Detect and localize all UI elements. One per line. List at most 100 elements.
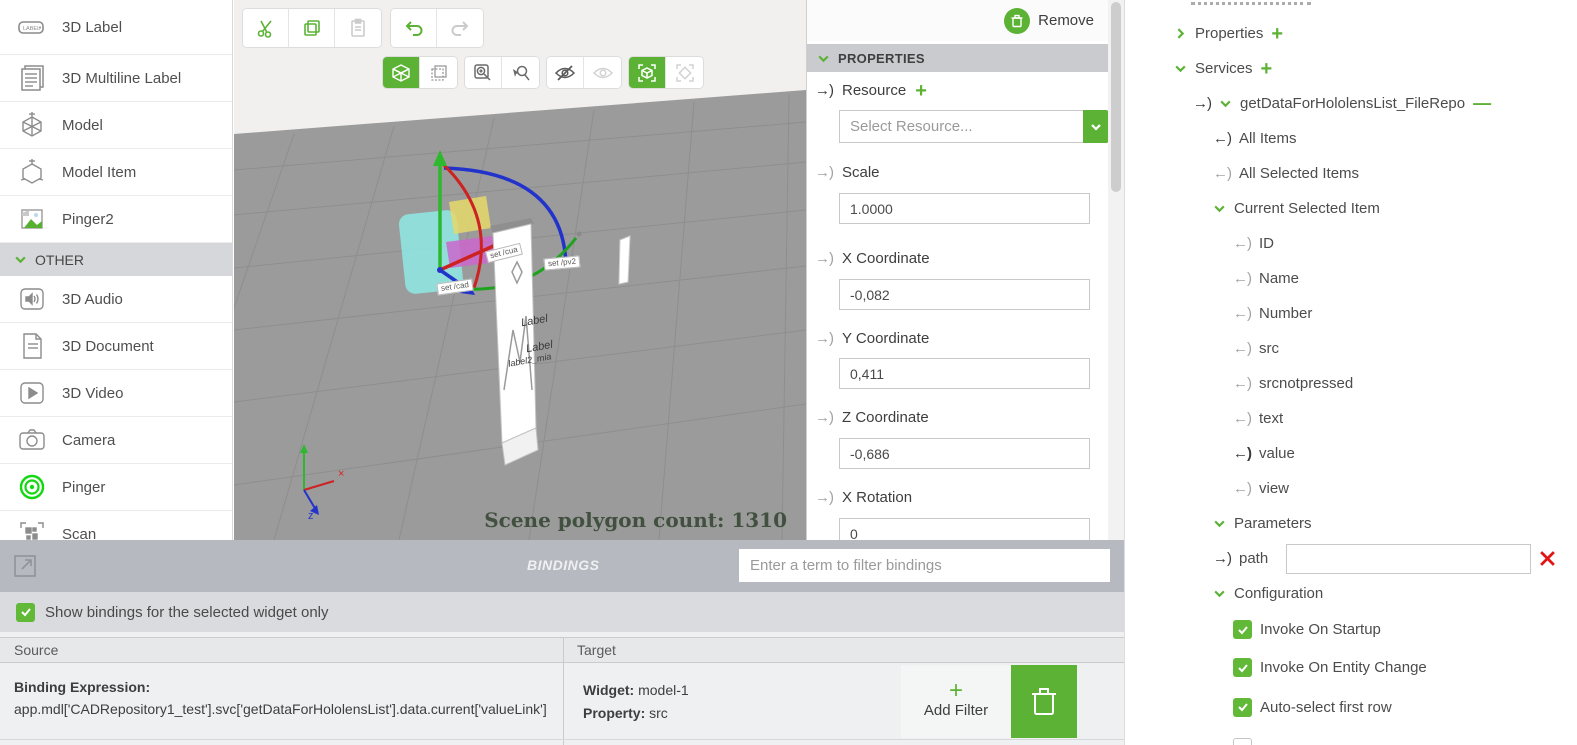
config-clipped-row[interactable] — [1125, 727, 1577, 745]
sidebar-item-pinger[interactable]: Pinger — [0, 464, 232, 511]
history-toolbar — [390, 8, 484, 48]
pinger2-image-icon — [16, 203, 48, 235]
tree-item-name[interactable]: ←) Name — [1125, 261, 1577, 296]
binding-out-icon: ←) — [1233, 305, 1252, 322]
y-coordinate-field-label: →) Y Coordinate — [815, 330, 930, 347]
hide-button[interactable] — [547, 57, 584, 88]
x-rotation-field-label: →) X Rotation — [815, 489, 913, 506]
sidebar-item-camera[interactable]: Camera — [0, 417, 232, 464]
bindings-title: BINDINGS — [527, 557, 600, 573]
view-mode-toolbar — [382, 56, 458, 89]
x-rotation-input[interactable] — [839, 518, 1090, 540]
sidebar-item-model[interactable]: Model — [0, 102, 232, 149]
2d-canvas-icon — [430, 64, 447, 81]
tree-item-services[interactable]: Services + — [1125, 51, 1577, 86]
redo-button[interactable] — [437, 9, 483, 47]
tree-item-id[interactable]: ←) ID — [1125, 226, 1577, 261]
sidebar-item-3d-multiline-label[interactable]: 3D Multiline Label — [0, 55, 232, 102]
sidebar-item-3d-audio[interactable]: 3D Audio — [0, 276, 232, 323]
tree-item-all-selected-items[interactable]: ←) All Selected Items — [1125, 156, 1577, 191]
tree-item-src[interactable]: ←) src — [1125, 331, 1577, 366]
redo-icon — [451, 21, 469, 36]
sidebar-item-pinger2[interactable]: Pinger2 — [0, 196, 232, 243]
tree-item-number[interactable]: ←) Number — [1125, 296, 1577, 331]
remove-widget-button[interactable]: Remove — [807, 0, 1108, 41]
add-resource-icon[interactable]: + — [915, 81, 927, 101]
add-property-icon[interactable]: + — [1271, 24, 1283, 44]
2d-canvas-button[interactable] — [420, 57, 457, 88]
pinger-icon — [16, 471, 48, 503]
add-service-icon[interactable]: + — [1261, 59, 1273, 79]
checkbox-checked-icon[interactable] — [1233, 658, 1252, 677]
zoom-in-button[interactable] — [465, 57, 502, 88]
sidebar-item-3d-label[interactable]: LABEL 3D Label — [0, 0, 232, 55]
binding-out-icon: ←) — [1213, 130, 1232, 147]
camera-icon — [16, 424, 48, 456]
sidebar-section-other[interactable]: OTHER — [0, 243, 232, 276]
copy-button[interactable] — [289, 9, 335, 47]
clipped-tree-row — [1191, 2, 1311, 5]
tree-item-current-selected-item[interactable]: Current Selected Item — [1125, 191, 1577, 226]
resource-select[interactable]: Select Resource... — [839, 110, 1108, 143]
zoom-to-selected-button[interactable] — [502, 57, 539, 88]
undo-icon — [405, 21, 422, 36]
path-parameter-input[interactable] — [1286, 543, 1532, 574]
zoom-toolbar — [464, 56, 540, 89]
scene-polygon-count: Scene polygon count: 1310 — [484, 508, 787, 532]
scale-input[interactable] — [839, 193, 1090, 224]
y-coordinate-input[interactable] — [839, 358, 1090, 389]
select-model-button[interactable] — [629, 57, 666, 88]
config-invoke-on-entity-change[interactable]: Invoke On Entity Change — [1125, 648, 1577, 687]
tree-item-path[interactable]: →) path — [1125, 541, 1577, 576]
tree-item-value[interactable]: ←) value — [1125, 436, 1577, 471]
binding-in-icon: →) — [815, 82, 834, 99]
3d-multiline-label-icon — [16, 62, 48, 94]
bindings-filter-input[interactable] — [739, 549, 1110, 582]
show-button[interactable] — [584, 57, 621, 88]
checkbox-unchecked-icon[interactable] — [1233, 737, 1252, 745]
scissors-icon — [257, 20, 272, 38]
tree-item-service-getdataforhololenslist[interactable]: →) getDataForHololensList_FileRepo — — [1125, 86, 1577, 121]
remove-service-icon[interactable]: — — [1473, 93, 1491, 114]
3d-view-button[interactable] — [383, 57, 420, 88]
config-invoke-on-startup[interactable]: Invoke On Startup — [1125, 611, 1577, 648]
z-coordinate-input[interactable] — [839, 438, 1090, 469]
tree-item-text[interactable]: ←) text — [1125, 401, 1577, 436]
select-dropdown-button[interactable] — [1083, 110, 1108, 143]
tree-item-configuration[interactable]: Configuration — [1125, 576, 1577, 611]
3d-viewport[interactable]: × z set /cua set /pv2 set /cad Label Lab… — [234, 0, 806, 540]
tree-item-srcnotpressed[interactable]: ←) srcnotpressed — [1125, 366, 1577, 401]
sidebar-item-model-item[interactable]: Model Item — [0, 149, 232, 196]
sidebar-item-3d-document[interactable]: 3D Document — [0, 323, 232, 370]
tree-item-all-items[interactable]: ←) All Items — [1125, 121, 1577, 156]
binding-row[interactable]: Binding Expression: app.mdl['CADReposito… — [0, 663, 1124, 740]
x-coordinate-input[interactable] — [839, 279, 1090, 310]
paste-button[interactable] — [335, 9, 381, 47]
cut-button[interactable] — [243, 9, 289, 47]
tree-item-properties[interactable]: Properties + — [1125, 16, 1577, 51]
z-coordinate-field-label: →) Z Coordinate — [815, 409, 929, 426]
config-auto-select-first-row[interactable]: Auto-select first row — [1125, 687, 1577, 727]
tree-item-view[interactable]: ←) view — [1125, 471, 1577, 506]
checkbox-checked-icon[interactable] — [1233, 620, 1252, 639]
data-tree-panel: Properties + Services + →) getDataForHol… — [1124, 0, 1577, 745]
chevron-down-icon — [1175, 65, 1186, 73]
add-filter-button[interactable]: + Add Filter — [901, 665, 1011, 738]
tree-item-parameters[interactable]: Parameters — [1125, 506, 1577, 541]
sidebar-item-scan[interactable]: Scan — [0, 511, 232, 540]
undo-button[interactable] — [391, 9, 437, 47]
scrollbar-thumb[interactable] — [1111, 2, 1121, 192]
sidebar-item-3d-video[interactable]: 3D Video — [0, 370, 232, 417]
expand-panel-button[interactable] — [12, 553, 38, 579]
properties-scrollbar[interactable] — [1108, 0, 1124, 540]
show-bindings-toggle[interactable]: Show bindings for the selected widget on… — [0, 592, 1124, 632]
scale-field-label: →) Scale — [815, 164, 880, 181]
checkbox-checked-icon[interactable] — [16, 602, 35, 622]
delete-binding-button[interactable] — [1011, 665, 1077, 738]
binding-in-icon: →) — [1193, 95, 1212, 112]
source-column-header: Source — [14, 642, 59, 658]
checkbox-checked-icon[interactable] — [1233, 697, 1252, 717]
properties-section-header[interactable]: PROPERTIES — [807, 44, 1108, 72]
select-diamond-icon — [675, 63, 694, 82]
select-area-button[interactable] — [666, 57, 703, 88]
